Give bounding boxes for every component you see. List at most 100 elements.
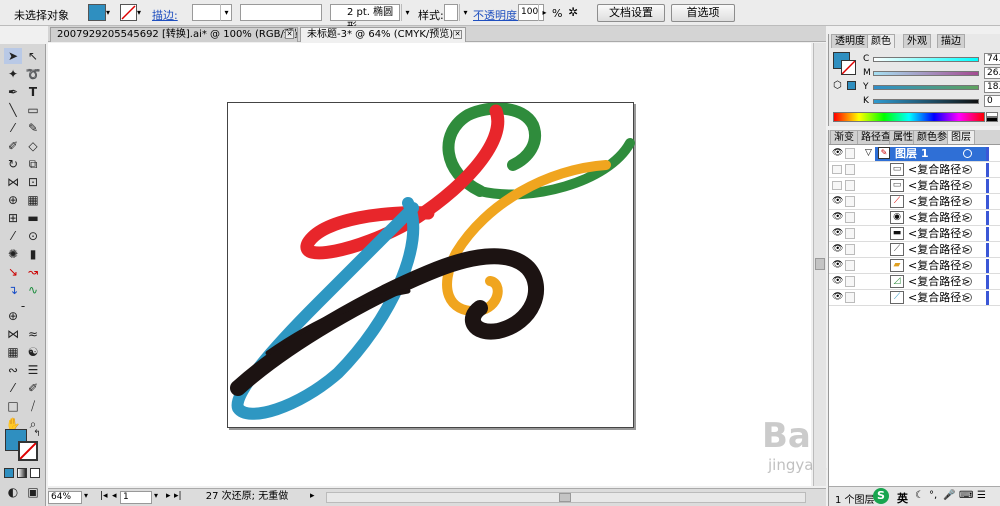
blend-icon[interactable]: ⊙ [24,228,42,244]
page-field[interactable]: 1 [120,491,152,504]
target-circle[interactable] [963,293,972,302]
eye-icon[interactable]: 👁 [832,149,843,158]
preferences-button[interactable]: 首选项 [671,4,735,22]
custom-tool-icon[interactable]: ∿ [24,282,42,298]
document-setup-button[interactable]: 文档设置 [597,4,665,22]
eye-icon[interactable]: 👁 [832,293,843,302]
chevron-down-icon[interactable]: ▾ [84,491,88,500]
magic-wand-icon[interactable]: ✦ [4,66,22,82]
stroke-dropdown-icon[interactable]: ▾ [137,4,147,21]
prev-page-icon[interactable]: ◂ [112,491,117,501]
layer-item-row[interactable]: ▭ <复合路径> [829,178,1000,194]
variable-width-field[interactable] [240,4,322,21]
rotate-icon[interactable]: ↻ [4,156,22,172]
yellow-value[interactable]: 18.75 [984,81,1000,93]
align-icon[interactable]: ☰ [24,362,42,378]
eyedropper-icon[interactable]: ✐ [24,380,42,396]
color-spectrum[interactable] [833,112,985,122]
none-mode-icon[interactable] [30,468,40,478]
color-mode-icon[interactable] [4,468,14,478]
next-page-icon[interactable]: ▸ [166,491,171,501]
screen-mode-icon[interactable]: ▣ [24,484,42,500]
symbol-sprayer-icon[interactable]: ✺ [4,246,22,262]
layer-item-row[interactable]: ▭ <复合路径> [829,162,1000,178]
layer-item-row[interactable]: 👁 ◿ <复合路径> [829,274,1000,290]
stroke-color-swatch[interactable] [18,441,38,461]
layer-name[interactable]: 图层 1 [895,146,928,161]
layer-item-row[interactable]: 👁 ▬ <复合路径> [829,226,1000,242]
chevron-right-icon[interactable]: ▸ [538,4,550,21]
swap-icon[interactable]: ↰ [28,426,46,442]
black-slider[interactable] [873,99,979,104]
target-circle[interactable] [963,245,972,254]
artboard[interactable] [227,102,635,429]
target-circle[interactable] [963,197,972,206]
layer-item-row[interactable]: 👁 ◉ <复合路径> [829,210,1000,226]
eye-icon[interactable]: 👁 [832,277,843,286]
chevron-down-icon[interactable]: ▾ [220,4,232,21]
last-page-icon[interactable]: ▸| [174,491,182,501]
lock-toggle[interactable] [845,276,855,287]
panel-stroke-swatch[interactable] [841,60,856,75]
close-icon[interactable]: ✕ [453,30,462,39]
perspective-icon[interactable]: ▦ [24,192,42,208]
first-page-icon[interactable]: |◂ [100,491,108,501]
tab-gradient[interactable]: 渐变 [830,130,858,144]
punctuation-icon[interactable]: °, [929,490,937,501]
envelope-icon[interactable]: ⋈ [4,326,22,342]
layer-item-row[interactable]: 👁 ⟋ <复合路径> [829,290,1000,306]
moon-icon[interactable]: ☾ [915,490,924,501]
path-name[interactable]: <复合路径> [908,242,970,257]
chevron-right-icon[interactable]: ▸ [310,491,315,501]
layer-item-row[interactable]: 👁 ⟋ <复合路径> [829,194,1000,210]
artwork[interactable] [228,102,635,429]
lock-toggle[interactable] [845,212,855,223]
zoom-field[interactable]: 64% [48,491,82,504]
tab-document-1[interactable]: 2007929205545692 [转换].ai* @ 100% (RGB/预览… [50,27,298,42]
recolor-icon[interactable]: ✲ [568,4,588,21]
expand-arrow-icon[interactable]: ▽ [865,146,872,161]
style-field[interactable] [444,4,458,21]
lock-toggle[interactable] [845,164,855,175]
path-name[interactable]: <复合路径> [908,162,970,177]
eye-icon[interactable]: 👁 [832,197,843,206]
sogou-ime-icon[interactable]: S [873,488,889,504]
path-name[interactable]: <复合路径> [908,274,970,289]
tab-color[interactable]: 颜色 [867,34,895,48]
chevron-down-icon[interactable]: ▾ [459,4,471,21]
keyboard-icon[interactable]: ⌨ [959,490,973,501]
path-name[interactable]: <复合路径> [908,210,970,225]
tab-document-2[interactable]: 未标题-3* @ 64% (CMYK/预览) ✕ [300,27,466,42]
gradient-icon[interactable]: ▬ [24,210,42,226]
target-circle[interactable] [963,149,972,158]
fill-swatch[interactable] [88,4,106,21]
draw-mode-icon[interactable]: ◐ [4,484,22,500]
eye-icon[interactable]: 👁 [832,213,843,222]
ime-language[interactable]: 英 [897,490,908,506]
target-circle[interactable] [963,229,972,238]
paintbrush-icon[interactable]: ⁄ [4,120,22,136]
chevron-down-icon[interactable]: ▾ [154,491,158,500]
magenta-slider[interactable] [873,71,979,76]
path-name[interactable]: <复合路径> [908,226,970,241]
eye-icon[interactable] [832,181,842,190]
lock-toggle[interactable] [845,292,855,303]
custom-tool-icon[interactable]: ↴ [4,282,22,298]
line-tool-icon[interactable]: ╲ [4,102,22,118]
eraser-icon[interactable]: ◇ [24,138,42,154]
mesh-icon[interactable]: ⊞ [4,210,22,226]
microphone-icon[interactable]: 🎤 [943,490,955,501]
eye-icon[interactable]: 👁 [832,245,843,254]
cube-icon[interactable]: ⬡ [833,80,842,91]
path-icon[interactable]: ∾ [4,362,22,378]
vertical-scrollbar[interactable] [813,43,826,486]
artboard-tool-icon[interactable]: □ [4,398,22,414]
brush-profile-field[interactable]: 2 pt. 椭圆形 [330,4,400,33]
graph-tool-icon[interactable]: ▮ [24,246,42,262]
blob-brush-icon[interactable]: ✐ [4,138,22,154]
warp-icon[interactable]: ≈ [24,326,42,342]
layer-row[interactable]: 👁 ▽ ✎ 图层 1 [829,146,1000,162]
layer-item-row[interactable]: 👁 ⟋ <复合路径> [829,242,1000,258]
type-tool-icon[interactable]: T [24,84,42,100]
slice-tool-icon[interactable]: ⧸ [24,398,42,414]
